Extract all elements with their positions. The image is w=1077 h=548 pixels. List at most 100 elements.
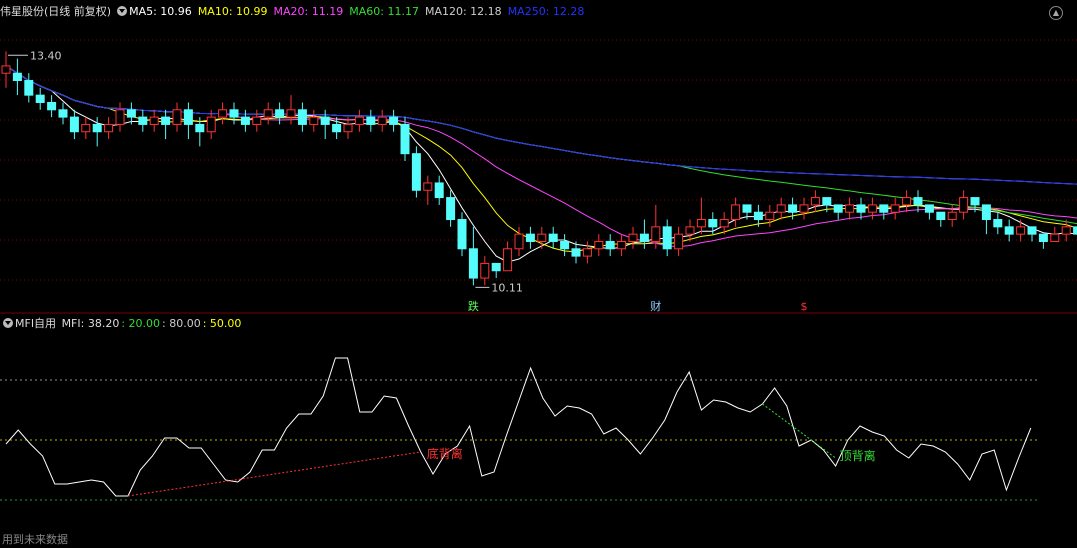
candle-body [662, 226, 672, 250]
candle-body [719, 219, 729, 228]
candle-body [366, 116, 376, 125]
ma-label-2: MA20: 11.19 [273, 5, 344, 18]
candle-body [776, 204, 786, 213]
candle [115, 102, 125, 132]
candle [320, 109, 330, 140]
candle-body [126, 109, 136, 118]
mfi-value-2: : 80.00 [162, 317, 201, 330]
mfi-header: MFI自用 MFI: 38.20: 20.00: 80.00: 50.00 [0, 316, 245, 332]
candle [936, 211, 946, 227]
candle-body [468, 248, 478, 279]
bottom-divergence-line [127, 451, 421, 497]
top-divergence-label: 顶背离 [840, 448, 876, 463]
candle [582, 241, 592, 264]
candle-body [936, 211, 946, 221]
candle [594, 234, 604, 257]
candle-body [434, 182, 444, 199]
candle-body [947, 211, 957, 221]
candle-body [104, 123, 114, 133]
candle-body [446, 197, 456, 221]
candle-body [457, 219, 467, 250]
candle-body [275, 109, 285, 118]
candle [731, 197, 741, 227]
bottom-divergence-label: 底背离 [427, 446, 463, 461]
candle [218, 102, 228, 125]
candle [959, 190, 969, 220]
candle-body [514, 233, 524, 250]
candle-body [867, 204, 877, 213]
candle [229, 102, 239, 125]
candle [776, 197, 786, 220]
candle-body [845, 204, 855, 213]
candle [104, 117, 114, 140]
candle-body [411, 153, 421, 191]
candle [902, 190, 912, 213]
candle-body [1073, 226, 1077, 235]
candle [366, 109, 376, 132]
candle-body [1050, 233, 1060, 242]
candle [423, 175, 433, 205]
candle [275, 102, 285, 125]
candle-body [799, 204, 809, 213]
candle [354, 109, 364, 132]
candle-body [582, 248, 592, 257]
candle [890, 197, 900, 220]
candle [537, 226, 547, 249]
candle-body [491, 262, 501, 272]
candle [913, 190, 923, 213]
candle [263, 102, 273, 125]
candle [446, 190, 456, 227]
mfi-value-0: MFI: 38.20 [61, 317, 120, 330]
candle-body [594, 240, 604, 250]
candle-body [1004, 226, 1014, 235]
candle [993, 212, 1003, 235]
candle-body [206, 116, 216, 133]
candle-body [765, 211, 775, 221]
candle [503, 241, 513, 272]
candle-body [696, 219, 706, 228]
candle [1061, 219, 1071, 242]
candle [856, 197, 866, 220]
candle [639, 219, 649, 249]
candle-body [993, 219, 1003, 228]
candle-body [1016, 226, 1026, 235]
collapse-icon[interactable]: ▲ [1049, 6, 1063, 20]
candle [548, 226, 558, 249]
candle-body [822, 197, 832, 206]
candle [47, 95, 57, 118]
candle-body [297, 109, 307, 125]
candle [1004, 219, 1014, 242]
candle [696, 197, 706, 235]
candle-body [731, 204, 741, 221]
candle-body [1, 65, 11, 74]
ma-line-120 [5, 65, 1077, 185]
candle-body [503, 248, 513, 272]
candle-body [548, 233, 558, 242]
candle-body [389, 116, 399, 125]
candle-body [571, 248, 581, 257]
candle-body [320, 116, 330, 125]
candle-body [172, 109, 182, 125]
candle-body [24, 80, 34, 96]
candle-body [229, 109, 239, 118]
candle [434, 175, 444, 205]
mfi-line [5, 357, 1032, 497]
footer-note: 用到未来数据 [2, 533, 68, 546]
candle [845, 197, 855, 220]
candle-body [183, 109, 193, 125]
candle [24, 73, 34, 103]
candle [525, 226, 535, 249]
candle-body [1038, 233, 1048, 242]
mfi-dropdown-icon[interactable] [3, 318, 13, 328]
candle-body [58, 109, 68, 118]
chart-title: 伟星股份(日线 前复权) [0, 5, 112, 18]
candle-body [605, 240, 615, 250]
mfi-line-group: 底背离 顶背离 [5, 357, 1032, 497]
candle-body [959, 197, 969, 213]
dropdown-icon[interactable] [117, 6, 128, 16]
candle [468, 226, 478, 286]
candle [662, 219, 672, 257]
candlesticks [1, 51, 1077, 286]
candle [1027, 226, 1037, 242]
candle-body [343, 123, 353, 133]
